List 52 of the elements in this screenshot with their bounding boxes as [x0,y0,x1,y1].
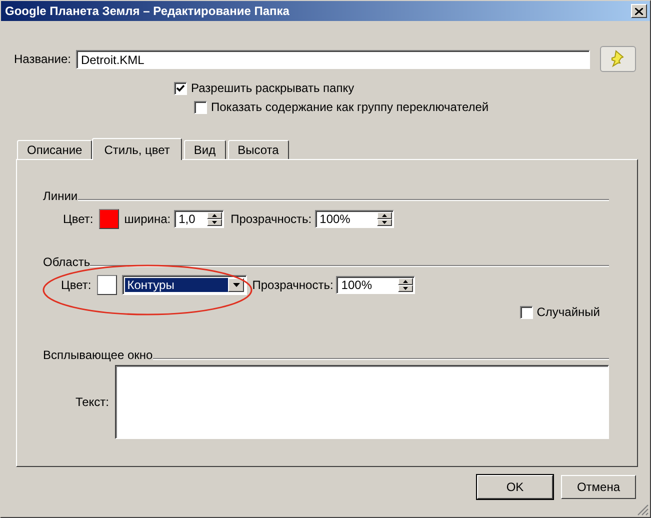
resize-grip-icon [637,504,649,516]
group-title: Линии [43,189,78,203]
checkbox[interactable] [194,100,207,114]
dropdown-button[interactable] [228,278,244,292]
width-label: ширина: [124,212,171,226]
window-title: Google Планета Земля – Редактирование Папка [5,4,290,18]
checkbox[interactable] [174,82,187,94]
group-title: Всплывающее окно [43,348,153,362]
tab[interactable]: Стиль, цвет [92,138,182,160]
spin-box[interactable]: 1,0 [174,210,224,228]
spin-up-button[interactable] [398,278,414,285]
color-label: Цвет: [63,212,94,226]
group-title: Область [43,255,90,269]
spin-box[interactable]: 100% [336,276,416,294]
spin-up-button[interactable] [376,212,392,219]
caret-down-icon [403,287,408,290]
tab[interactable]: Описание [17,140,92,159]
caret-up-icon [403,280,408,283]
close-icon [635,8,643,14]
spin-down-button[interactable] [376,219,392,226]
pushpin-icon [611,50,625,68]
checkbox-label: Разрешить раскрывать папку [191,81,354,95]
spin-up-button[interactable] [206,212,222,219]
checkbox-label: Случайный [536,305,600,319]
text-label: Текст: [74,395,110,409]
dialog-button[interactable]: OK [477,475,553,499]
fill-mode-dropdown[interactable]: Контуры [122,275,248,295]
tab[interactable]: Высота [228,140,289,159]
color-swatch[interactable] [99,209,120,229]
name-field[interactable]: Detroit.KML [76,50,590,68]
dialog-button[interactable]: Отмена [561,475,636,499]
name-label: Название: [14,52,71,66]
tab[interactable]: Вид [184,140,226,159]
caret-up-icon [212,214,217,217]
checkbox[interactable] [520,306,533,318]
spin-down-button[interactable] [398,285,414,292]
spin-down-button[interactable] [206,219,222,226]
color-swatch[interactable] [97,275,118,295]
color-label: Цвет: [61,278,92,292]
opacity-label: Прозрачность: [230,212,312,226]
number-input[interactable]: 100% [316,212,377,226]
close-button[interactable] [631,4,647,18]
spin-box[interactable]: 100% [314,210,394,228]
number-input[interactable]: 100% [338,278,398,292]
number-input[interactable]: 1,0 [176,212,207,226]
checkbox-label: Показать содержание как группу переключателей [211,100,489,114]
caret-up-icon [382,214,387,217]
text-area[interactable] [115,365,609,439]
caret-down-icon [232,283,240,287]
caret-down-icon [212,221,217,224]
opacity-label: Прозрачность: [252,278,334,292]
caret-down-icon [382,221,387,224]
